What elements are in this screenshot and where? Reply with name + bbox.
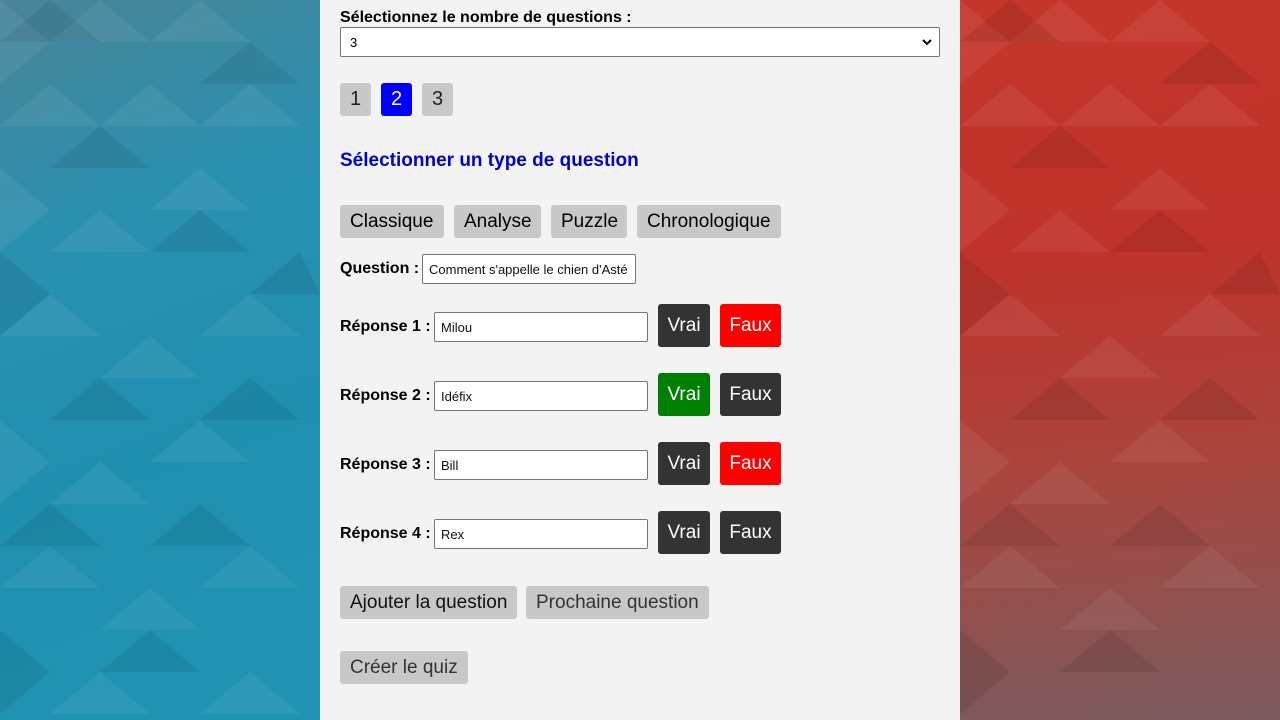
answer-1-input[interactable]: Milou: [434, 312, 648, 342]
answer-2-input[interactable]: Idéfix: [434, 381, 648, 411]
type-classique-button[interactable]: Classique: [340, 205, 444, 238]
type-chronologique-button[interactable]: Chronologique: [637, 205, 781, 238]
answer-2-true-button[interactable]: Vrai: [658, 373, 710, 416]
question-count-label: Sélectionnez le nombre de questions :: [340, 9, 632, 26]
answer-3-label: Réponse 3 :: [340, 456, 431, 473]
question-input[interactable]: Comment s'appelle le chien d'Asté: [422, 254, 636, 284]
type-analyse-button[interactable]: Analyse: [454, 205, 541, 238]
question-count-value: 3: [350, 34, 358, 50]
answer-2-false-button[interactable]: Faux: [720, 373, 781, 416]
answer-3-input[interactable]: Bill: [434, 450, 648, 480]
answer-1-label: Réponse 1 :: [340, 318, 431, 335]
page-button-1[interactable]: 1: [340, 83, 371, 116]
triangle-pattern-left: [0, 0, 320, 714]
triangle-pattern-right: [960, 0, 1280, 714]
quiz-editor-panel: Sélectionnez le nombre de questions : 3 …: [320, 0, 960, 720]
page-button-3[interactable]: 3: [422, 83, 453, 116]
answer-4-label: Réponse 4 :: [340, 525, 431, 542]
answer-4-input[interactable]: Rex: [434, 519, 648, 549]
question-type-heading: Sélectionner un type de question: [340, 150, 639, 171]
answer-1-true-button[interactable]: Vrai: [658, 304, 710, 347]
question-count-select[interactable]: 3: [340, 27, 940, 57]
type-puzzle-button[interactable]: Puzzle: [551, 205, 627, 238]
page-button-2[interactable]: 2: [381, 83, 412, 116]
question-label: Question :: [340, 260, 420, 277]
answer-4-true-button[interactable]: Vrai: [658, 511, 710, 554]
background-right: [960, 0, 1280, 720]
add-question-button[interactable]: Ajouter la question: [340, 586, 518, 619]
answer-3-false-button[interactable]: Faux: [720, 442, 781, 485]
create-quiz-button[interactable]: Créer le quiz: [340, 651, 468, 684]
chevron-down-icon: [921, 34, 933, 55]
background-left: [0, 0, 320, 720]
answer-4-false-button[interactable]: Faux: [720, 511, 781, 554]
next-question-button[interactable]: Prochaine question: [526, 586, 709, 619]
answer-1-false-button[interactable]: Faux: [720, 304, 781, 347]
answer-2-label: Réponse 2 :: [340, 387, 431, 404]
answer-3-true-button[interactable]: Vrai: [658, 442, 710, 485]
